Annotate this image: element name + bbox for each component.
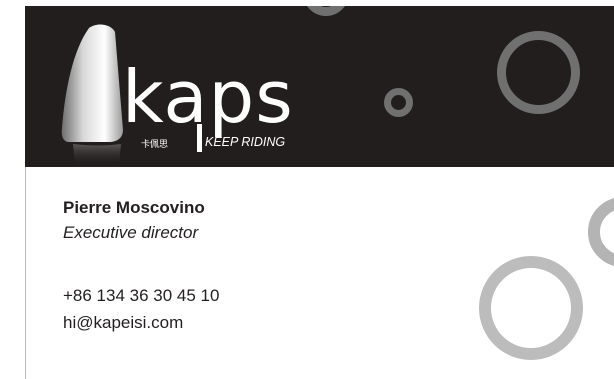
card-header-banner: kaps 卡佩思 KEEP RIDING [25, 6, 614, 167]
ring-decoration-lower [479, 256, 583, 360]
brand-tagline: KEEP RIDING [205, 135, 286, 149]
business-card: kaps 卡佩思 KEEP RIDING Pierre Moscovino Ex… [25, 6, 614, 379]
brand-chinese-name: 卡佩思 [141, 140, 169, 150]
ring-decoration-top [303, 6, 349, 16]
person-job-title: Executive director [63, 223, 199, 242]
ring-decoration-right [588, 197, 614, 267]
phone-number: +86 134 36 30 45 10 [63, 286, 220, 305]
saddle-logo-icon [61, 24, 123, 166]
tagline-divider [197, 124, 202, 152]
ring-decoration-small [384, 88, 413, 117]
card-left-edge [25, 167, 26, 379]
ring-decoration-large [497, 31, 580, 114]
person-name: Pierre Moscovino [63, 198, 205, 217]
email-address: hi@kapeisi.com [63, 313, 184, 332]
brand-wordmark: kaps [122, 55, 294, 139]
